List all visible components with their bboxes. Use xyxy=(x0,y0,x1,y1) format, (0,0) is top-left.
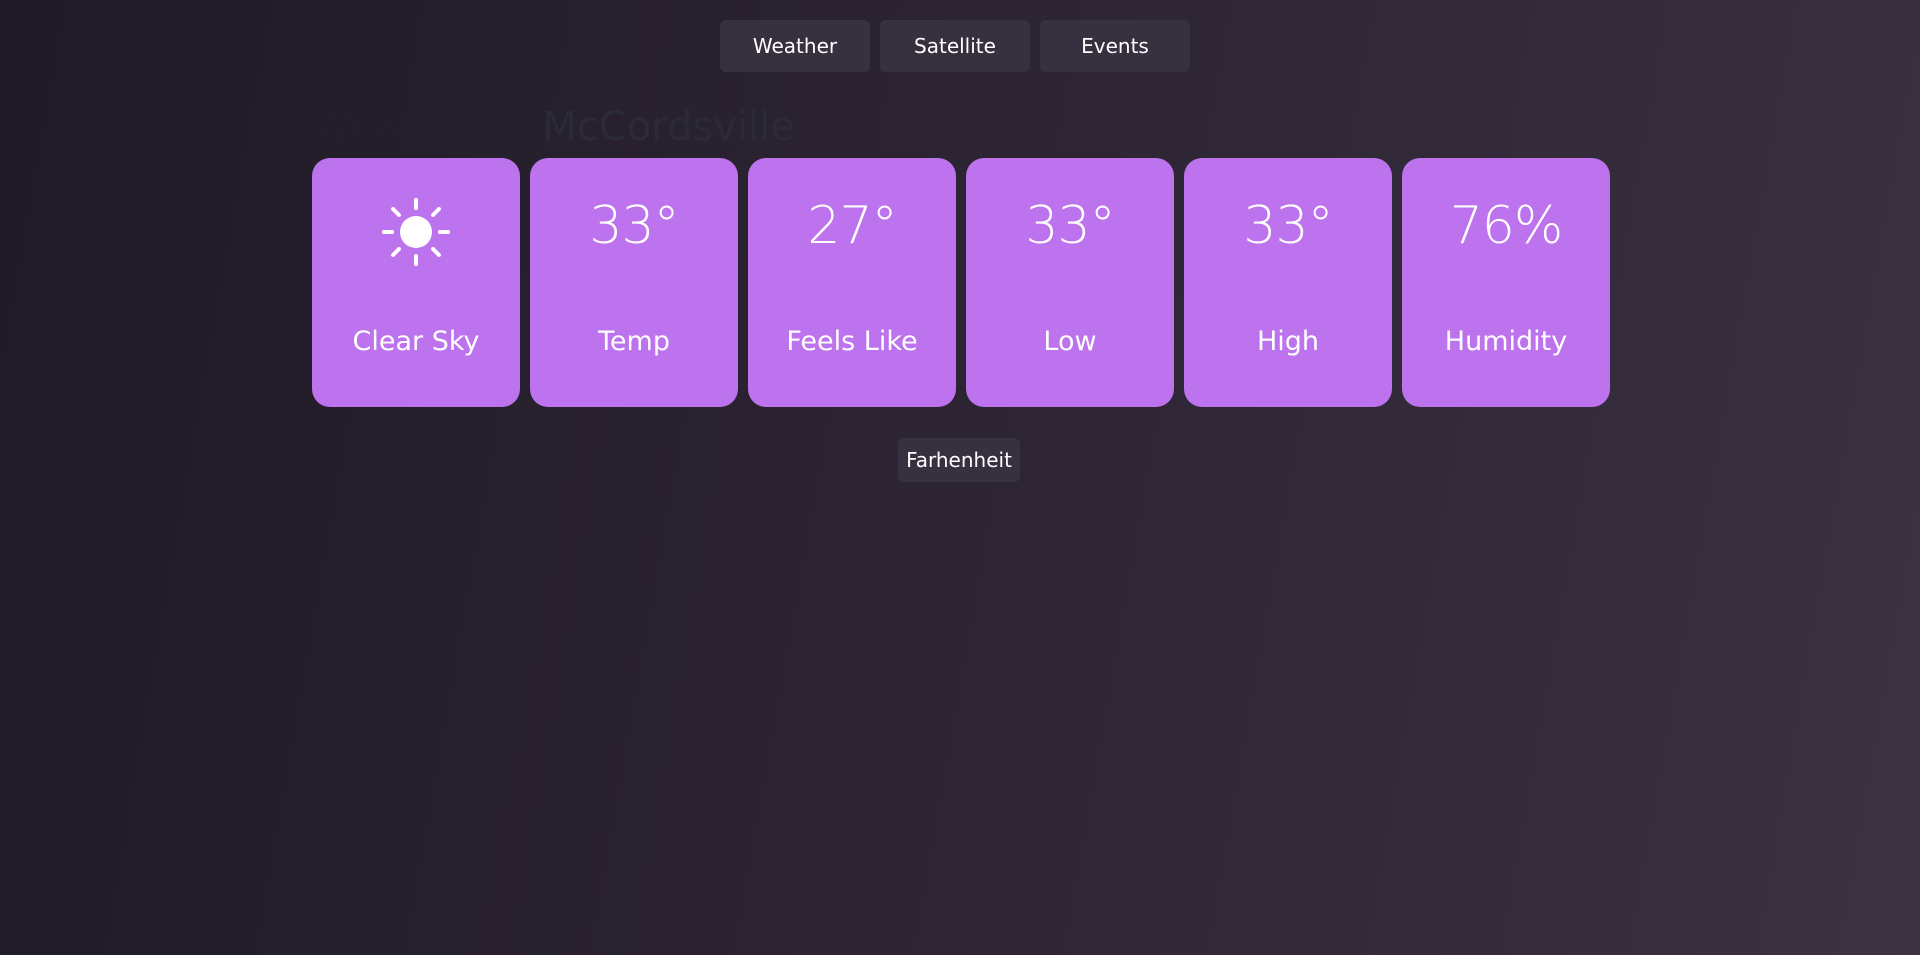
high-value: 33° xyxy=(1243,196,1333,256)
top-nav: Weather Satellite Events xyxy=(720,20,1190,72)
low-value: 33° xyxy=(1025,196,1115,256)
page-title-prefix: Weather in xyxy=(312,104,530,150)
sun-icon xyxy=(312,196,520,268)
humidity-card: 76% Humidity xyxy=(1402,158,1610,407)
temp-value: 33° xyxy=(589,196,679,256)
tab-weather[interactable]: Weather xyxy=(720,20,870,72)
condition-label: Clear Sky xyxy=(352,326,480,357)
page-title: Weather in McCordsville xyxy=(312,104,795,150)
feels-like-card: 27° Feels Like xyxy=(748,158,956,407)
humidity-label: Humidity xyxy=(1444,326,1568,357)
condition-card: Clear Sky xyxy=(312,158,520,407)
humidity-value: 76% xyxy=(1449,196,1564,256)
feels-like-label: Feels Like xyxy=(786,326,918,357)
tab-events[interactable]: Events xyxy=(1040,20,1190,72)
city-name: McCordsville xyxy=(542,104,795,150)
tab-satellite[interactable]: Satellite xyxy=(880,20,1030,72)
high-label: High xyxy=(1256,326,1320,357)
unit-toggle-button[interactable]: Farhenheit xyxy=(898,438,1020,482)
low-card: 33° Low xyxy=(966,158,1174,407)
low-label: Low xyxy=(1043,326,1097,357)
feels-like-value: 27° xyxy=(807,196,897,256)
temp-label: Temp xyxy=(598,326,670,357)
high-card: 33° High xyxy=(1184,158,1392,407)
weather-cards: Clear Sky 33° Temp 27° Feels Like 33° Lo… xyxy=(312,158,1610,407)
temp-card: 33° Temp xyxy=(530,158,738,407)
